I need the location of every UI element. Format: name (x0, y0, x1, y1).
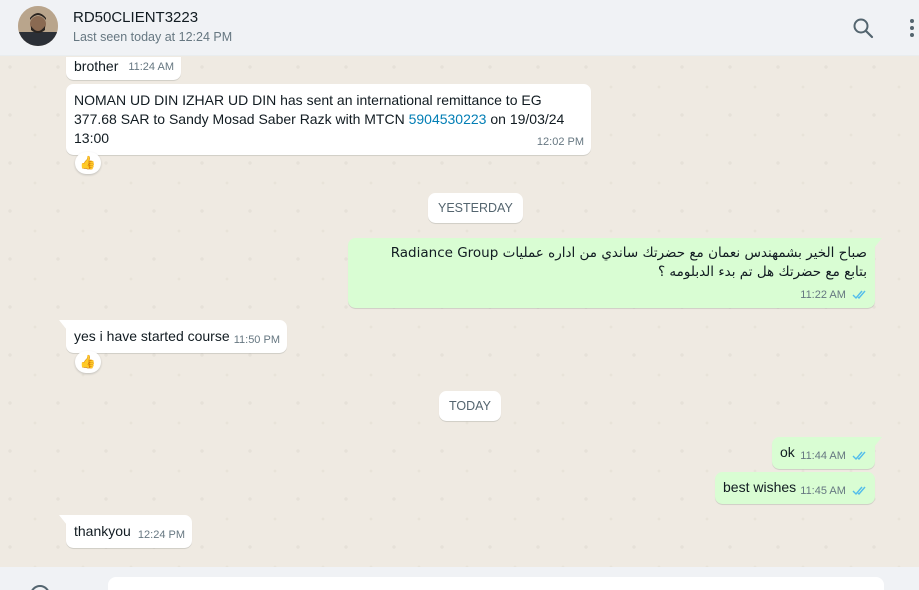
contact-avatar[interactable] (18, 6, 58, 46)
avatar-image (18, 6, 58, 46)
chat-panel[interactable]: brother 11:24 AM NOMAN UD DIN IZHAR UD D… (0, 57, 919, 567)
bubble-tail (59, 320, 67, 330)
message-body: NOMAN UD DIN IZHAR UD DIN has sent an in… (74, 91, 574, 148)
message-text: yes i have started course (74, 328, 230, 344)
date-divider: YESTERDAY (428, 193, 523, 223)
message-time: 12:24 PM (137, 529, 185, 541)
message-incoming[interactable]: thankyou 12:24 PM (59, 515, 192, 548)
message-time: 11:45 AM (800, 485, 846, 497)
date-divider: TODAY (439, 391, 501, 421)
message-meta: 11:45 AM (800, 482, 868, 501)
message-incoming[interactable]: brother 11:24 AM (66, 57, 181, 80)
double-check-icon (852, 290, 866, 300)
search-icon[interactable] (851, 16, 875, 40)
last-seen-status: Last seen today at 12:24 PM (73, 30, 233, 44)
message-outgoing[interactable]: صباح الخير بشمهندس نعمان مع حضرتك ساندي … (348, 238, 882, 308)
message-time: 11:44 AM (800, 450, 846, 462)
message-incoming[interactable]: yes i have started course 11:50 PM (59, 320, 287, 353)
compose-bar (0, 567, 919, 590)
message-time: 11:22 AM (800, 289, 846, 301)
message-incoming[interactable]: NOMAN UD DIN IZHAR UD DIN has sent an in… (66, 84, 591, 155)
kebab-menu-icon[interactable] (900, 16, 919, 40)
thumbs-up-icon: 👍 (79, 155, 97, 170)
message-meta: 11:22 AM (800, 286, 868, 305)
message-input[interactable] (108, 577, 884, 590)
message-time: 11:24 AM (128, 61, 174, 73)
chat-header: RD50CLIENT3223 Last seen today at 12:24 … (0, 0, 919, 56)
message-text: brother (74, 58, 119, 74)
message-meta: 11:44 AM (800, 447, 868, 466)
message-outgoing[interactable]: ok 11:44 AM (772, 437, 882, 469)
reaction-thumbs-up[interactable]: 👍 (75, 152, 101, 174)
message-text: thankyou (74, 523, 131, 539)
bubble-tail (874, 437, 882, 447)
reaction-thumbs-up[interactable]: 👍 (75, 351, 101, 373)
message-text: صباح الخير بشمهندس نعمان مع حضرتك ساندي … (390, 245, 867, 280)
bubble-tail (874, 238, 882, 248)
message-outgoing[interactable]: best wishes 11:45 AM (715, 472, 875, 504)
message-text: ok (780, 444, 795, 460)
message-time: 12:02 PM (536, 136, 584, 148)
contact-name[interactable]: RD50CLIENT3223 (73, 9, 198, 26)
mtcn-link[interactable]: 5904530223 (409, 111, 487, 127)
message-text: best wishes (723, 479, 797, 495)
bubble-tail (59, 515, 67, 525)
emoji-icon[interactable] (30, 585, 50, 590)
double-check-icon (852, 451, 866, 461)
message-time: 11:50 PM (233, 334, 280, 346)
double-check-icon (852, 486, 866, 496)
thumbs-up-icon: 👍 (79, 354, 97, 369)
